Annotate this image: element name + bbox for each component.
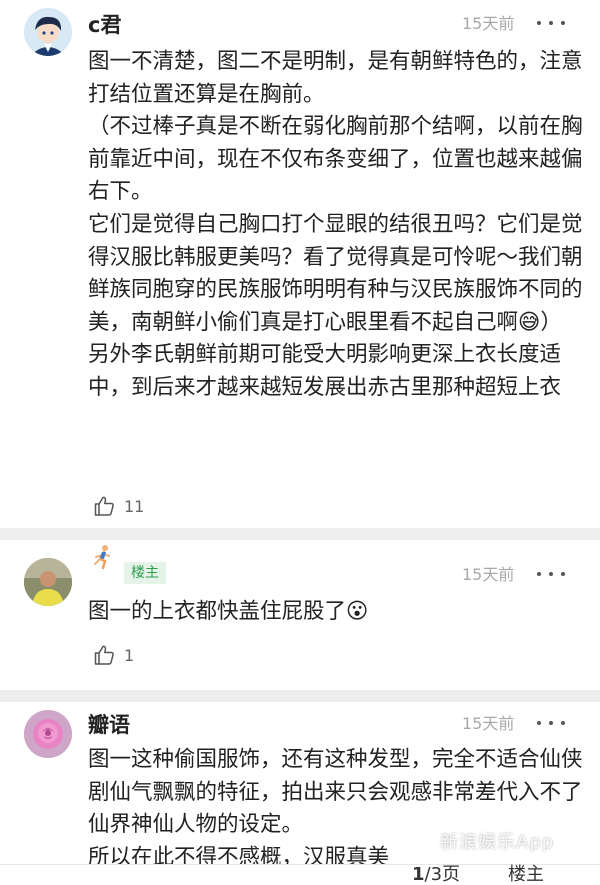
divider (0, 528, 600, 540)
like-count: 1 (124, 645, 135, 665)
comment-text: 图一这种偷国服饰，还有这种发型，完全不适合仙侠剧仙气飘飘的特征，拍出来只会观感非… (88, 747, 583, 870)
current-page: 1 (412, 864, 425, 885)
like-count: 11 (124, 496, 145, 516)
divider (0, 690, 600, 702)
comment-1: c君 15天前 图一不清楚，图二不是明制，是有朝鲜特色的，注意打结位置还算是在胸… (0, 0, 600, 528)
watermark: 新浪娱乐App (440, 832, 555, 853)
comment-3: 瓣语 15天前 图一这种偷国服饰，还有这种发型，完全不适合仙侠剧仙气飘飘的特征，… (0, 702, 600, 884)
op-badge: 楼主 (124, 562, 166, 584)
like-button[interactable]: 11 (92, 493, 144, 519)
username[interactable]: c君 (88, 12, 121, 38)
avatar[interactable] (24, 710, 72, 758)
avatar-photo-icon (24, 558, 72, 606)
username[interactable]: 瓣语 (88, 712, 130, 738)
more-options-button[interactable] (534, 716, 568, 730)
like-button[interactable]: 1 (92, 642, 134, 668)
total-pages: /3页 (424, 864, 461, 885)
comment-2: 楼主 15天前 图一的上衣都快盖住屁股了😮 1 (0, 540, 600, 690)
comment-text: 图一的上衣都快盖住屁股了😮 (88, 599, 369, 624)
only-op-button[interactable]: 楼主 (508, 865, 544, 885)
more-options-button[interactable] (534, 567, 568, 581)
avatar[interactable] (24, 8, 72, 56)
comment-text: 图一不清楚，图二不是明制，是有朝鲜特色的，注意打结位置还算是在胸前。 （不过棒子… (88, 49, 583, 400)
thumbs-up-icon (94, 496, 114, 516)
timestamp: 15天前 (462, 565, 515, 584)
avatar[interactable] (24, 558, 72, 606)
thumbs-up-icon (94, 645, 114, 665)
more-options-button[interactable] (534, 16, 568, 30)
bottom-bar: 1/3页 楼主 (0, 864, 600, 885)
runner-emoji-icon (90, 544, 116, 570)
timestamp: 15天前 (462, 14, 515, 33)
timestamp: 15天前 (462, 714, 515, 733)
page-indicator[interactable]: 1/3页 (412, 865, 460, 885)
avatar-anime-boy-icon (24, 8, 72, 56)
avatar-rose-icon (24, 710, 72, 758)
